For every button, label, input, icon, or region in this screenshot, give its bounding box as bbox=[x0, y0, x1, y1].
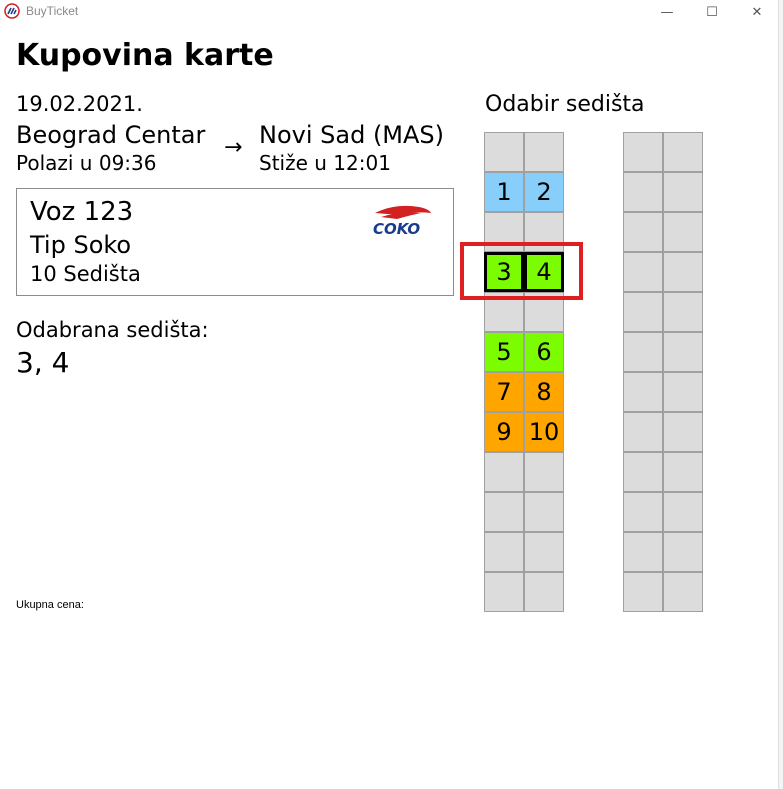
close-button[interactable]: ✕ bbox=[734, 0, 780, 24]
soko-logo: COKO bbox=[373, 205, 431, 237]
seat-empty bbox=[623, 492, 663, 532]
seat-empty bbox=[623, 212, 663, 252]
soko-logo-text: COKO bbox=[373, 220, 420, 237]
selected-seats-value: 3, 4 bbox=[16, 346, 70, 379]
seat-empty bbox=[524, 572, 564, 612]
seat-row bbox=[623, 172, 703, 212]
seat-row bbox=[623, 372, 703, 412]
seat-empty bbox=[623, 172, 663, 212]
seat-empty bbox=[623, 452, 663, 492]
seat-empty bbox=[524, 532, 564, 572]
seat-row: 56 bbox=[484, 332, 564, 372]
seat-6[interactable]: 6 bbox=[524, 332, 564, 372]
seat-empty bbox=[663, 492, 703, 532]
departure-time: Polazi u 09:36 bbox=[16, 151, 157, 175]
selection-highlight bbox=[460, 242, 583, 300]
seat-empty bbox=[623, 132, 663, 172]
seat-empty bbox=[663, 572, 703, 612]
seat-row bbox=[623, 252, 703, 292]
to-station: Novi Sad (MAS) bbox=[259, 121, 445, 149]
seat-empty bbox=[484, 452, 524, 492]
seat-row: 12 bbox=[484, 172, 564, 212]
seat-empty bbox=[484, 492, 524, 532]
seat-5[interactable]: 5 bbox=[484, 332, 524, 372]
seat-9[interactable]: 9 bbox=[484, 412, 524, 452]
title-bar: BuyTicket — ☐ ✕ bbox=[0, 0, 783, 24]
train-type: Tip Soko bbox=[30, 231, 132, 259]
seat-empty bbox=[663, 532, 703, 572]
seat-column-right bbox=[623, 132, 703, 612]
seat-row bbox=[623, 332, 703, 372]
seat-empty bbox=[663, 332, 703, 372]
seat-row bbox=[484, 132, 564, 172]
maximize-button[interactable]: ☐ bbox=[689, 0, 735, 24]
seat-row bbox=[623, 492, 703, 532]
seat-empty bbox=[484, 572, 524, 612]
minimize-button[interactable]: — bbox=[644, 0, 690, 24]
seat-row bbox=[623, 532, 703, 572]
seat-row bbox=[484, 532, 564, 572]
seat-empty bbox=[623, 412, 663, 452]
seat-empty bbox=[663, 372, 703, 412]
seat-empty bbox=[623, 532, 663, 572]
trip-date: 19.02.2021. bbox=[16, 92, 143, 116]
seat-empty bbox=[623, 252, 663, 292]
seat-row: 78 bbox=[484, 372, 564, 412]
seat-empty bbox=[663, 212, 703, 252]
train-name: Voz 123 bbox=[30, 197, 134, 227]
seat-empty bbox=[663, 292, 703, 332]
seat-row bbox=[623, 572, 703, 612]
seat-empty bbox=[623, 332, 663, 372]
seat-row: 9 10 bbox=[484, 412, 564, 452]
seat-row bbox=[484, 452, 564, 492]
train-seat-count: 10 Sedišta bbox=[30, 262, 141, 286]
seat-empty bbox=[524, 132, 564, 172]
seat-empty bbox=[484, 132, 524, 172]
seat-row bbox=[623, 452, 703, 492]
seat-empty bbox=[524, 492, 564, 532]
total-price-label: Ukupna cena: bbox=[16, 599, 84, 611]
seat-empty bbox=[524, 452, 564, 492]
app-logo-icon bbox=[4, 3, 20, 19]
from-station: Beograd Centar bbox=[16, 121, 206, 149]
seat-empty bbox=[663, 172, 703, 212]
seat-empty bbox=[623, 372, 663, 412]
seat-empty bbox=[623, 572, 663, 612]
seat-7[interactable]: 7 bbox=[484, 372, 524, 412]
seat-row bbox=[623, 412, 703, 452]
seat-row bbox=[623, 212, 703, 252]
seat-empty bbox=[663, 252, 703, 292]
seat-map-title: Odabir sedišta bbox=[485, 92, 645, 117]
seat-empty bbox=[663, 132, 703, 172]
selected-seats-label: Odabrana sedišta: bbox=[16, 318, 209, 342]
page-title: Kupovina karte bbox=[16, 38, 274, 73]
seat-8[interactable]: 8 bbox=[524, 372, 564, 412]
seat-row bbox=[623, 292, 703, 332]
seat-empty bbox=[484, 532, 524, 572]
window-title: BuyTicket bbox=[26, 4, 79, 18]
arrival-time: Stiže u 12:01 bbox=[259, 151, 391, 175]
seat-2[interactable]: 2 bbox=[524, 172, 564, 212]
arrow-right-icon: → bbox=[224, 135, 243, 160]
seat-row bbox=[623, 132, 703, 172]
window-edge bbox=[778, 0, 783, 789]
seat-row bbox=[484, 492, 564, 532]
train-info-card: Voz 123 Tip Soko 10 Sedišta COKO bbox=[16, 188, 454, 296]
seat-1[interactable]: 1 bbox=[484, 172, 524, 212]
seat-row bbox=[484, 572, 564, 612]
seat-empty bbox=[663, 452, 703, 492]
seat-column-left: 1 2 3 4 5 6 7 8 9 10 bbox=[484, 132, 564, 612]
seat-empty bbox=[623, 292, 663, 332]
seat-empty bbox=[663, 412, 703, 452]
seat-10[interactable]: 10 bbox=[524, 412, 564, 452]
